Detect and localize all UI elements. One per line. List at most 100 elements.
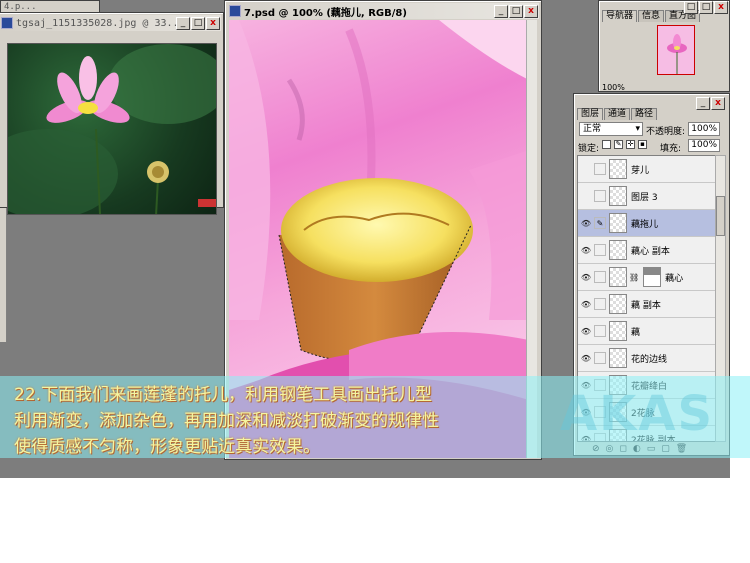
thumbnail-image-window[interactable]: tgsaj_1151335028.jpg @ 33... _ □ x	[0, 12, 224, 215]
thumbnail-titlebar[interactable]: tgsaj_1151335028.jpg @ 33... _ □ x	[0, 15, 221, 31]
layer-name: 花的边线	[631, 354, 668, 365]
visibility-eye-icon[interactable]: 👁	[580, 298, 592, 310]
maximize-icon: □	[193, 17, 203, 28]
lock-all-icon[interactable]: ▪	[638, 140, 647, 149]
layer-thumbnail[interactable]	[609, 159, 627, 179]
tab-paths[interactable]: 路径	[631, 108, 658, 120]
close-button[interactable]: x	[524, 4, 538, 18]
thumbnail-window-title: tgsaj_1151335028.jpg @ 33...	[16, 17, 176, 29]
document-icon	[229, 5, 241, 17]
close-icon: x	[715, 98, 721, 108]
visibility-eye-icon[interactable]: 👁	[580, 352, 592, 364]
tutorial-caption: 22.下面我们来画莲蓬的托儿，利用钢笔工具画出托儿型 利用渐变，添加杂色，再用加…	[0, 376, 750, 458]
layer-row[interactable]: 👁 ✎ 藕拖儿	[578, 210, 716, 237]
minimize-icon: _	[180, 17, 186, 28]
minimize-icon: _	[700, 98, 706, 108]
layer-link-icon[interactable]	[594, 244, 606, 256]
layer-name: 图层 3	[631, 192, 658, 203]
navigator-preview[interactable]	[657, 25, 695, 75]
panel-close-button[interactable]: x	[711, 97, 725, 110]
minimize-button[interactable]: _	[494, 4, 508, 18]
layer-thumbnail[interactable]	[609, 321, 627, 341]
scroll-thumb[interactable]	[716, 196, 725, 236]
layer-name: 藕拖儿	[631, 219, 659, 230]
caption-line-2: 利用渐变，添加杂色，再用加深和减淡打破渐变的规律性	[14, 411, 439, 431]
opacity-label: 不透明度:	[646, 127, 686, 137]
blend-mode-value: 正常	[583, 124, 602, 134]
layer-link-icon[interactable]	[594, 325, 606, 337]
layer-link-icon[interactable]: ✎	[594, 217, 606, 229]
maximize-button[interactable]: □	[191, 16, 205, 30]
layer-link-icon[interactable]	[594, 163, 606, 175]
layer-thumbnail[interactable]	[609, 267, 627, 287]
fill-input[interactable]: 100%	[688, 139, 720, 152]
tab-layers[interactable]: 图层	[577, 108, 604, 120]
minimize-icon: _	[498, 5, 504, 16]
layer-row[interactable]: 👁 藕	[578, 318, 716, 345]
chevron-down-icon: ▾	[635, 124, 640, 134]
close-button[interactable]: x	[714, 1, 728, 14]
layer-thumbnail[interactable]	[609, 213, 627, 233]
blend-mode-select[interactable]: 正常 ▾	[579, 122, 643, 136]
maximize-icon: □	[511, 5, 521, 16]
visibility-eye-icon[interactable]: 👁	[580, 271, 592, 283]
navigator-zoom-value[interactable]: 100%	[602, 83, 625, 92]
close-icon: x	[718, 2, 724, 12]
lotus-photo	[7, 43, 217, 215]
layer-name: 藕 副本	[631, 300, 661, 311]
maximize-button[interactable]: □	[699, 1, 713, 14]
tab-info[interactable]: 信息	[638, 10, 665, 22]
main-titlebar[interactable]: 7.psd @ 100% (藕拖儿, RGB/8) _ □ x	[227, 3, 539, 19]
layer-mask-thumbnail[interactable]	[643, 267, 662, 287]
fill-label: 填充:	[660, 144, 682, 154]
layer-thumbnail[interactable]	[609, 294, 627, 314]
watermark-text: AKAS	[560, 386, 715, 442]
panel-minimize-button[interactable]: _	[696, 97, 710, 110]
caption-line-3: 使得质感不匀称，形象更贴近真实效果。	[14, 437, 320, 457]
layer-name: 藕	[631, 327, 641, 338]
visibility-eye-icon[interactable]: 👁	[580, 244, 592, 256]
layer-link-icon[interactable]	[594, 352, 606, 364]
layer-thumbnail[interactable]	[609, 348, 627, 368]
tab-navigator[interactable]: 导航器	[602, 10, 638, 22]
minimized-window-title: 4.p...	[4, 2, 37, 12]
layer-row[interactable]: 👁 藕心 副本	[578, 237, 716, 264]
layer-row[interactable]: 👁 ⛓ 藕心	[578, 264, 716, 291]
layer-row[interactable]: 👁 藕 副本	[578, 291, 716, 318]
maximize-icon: □	[701, 2, 711, 12]
restore-icon: □	[686, 2, 696, 12]
lock-label: 锁定:	[578, 144, 600, 154]
layer-link-icon[interactable]	[594, 190, 606, 202]
mask-link-icon[interactable]: ⛓	[629, 273, 639, 282]
minimize-button[interactable]: _	[176, 16, 190, 30]
visibility-eye-icon[interactable]	[580, 190, 592, 202]
layer-name: 芽儿	[631, 165, 650, 176]
layer-thumbnail[interactable]	[609, 186, 627, 206]
layer-link-icon[interactable]	[594, 271, 606, 283]
caption-line-1: 22.下面我们来画莲蓬的托儿，利用钢笔工具画出托儿型	[14, 385, 433, 405]
lock-pixels-icon[interactable]: ✎	[614, 140, 623, 149]
layer-name: 藕心 副本	[631, 246, 670, 257]
close-icon: x	[210, 17, 216, 28]
restore-button[interactable]: □	[684, 1, 698, 14]
close-button[interactable]: x	[206, 16, 220, 30]
tab-channels[interactable]: 通道	[604, 108, 631, 120]
opacity-input[interactable]: 100%	[688, 122, 720, 136]
layer-row[interactable]: 芽儿	[578, 156, 716, 183]
visibility-eye-icon[interactable]: 👁	[580, 325, 592, 337]
layer-link-icon[interactable]	[594, 298, 606, 310]
layer-row[interactable]: 图层 3	[578, 183, 716, 210]
close-icon: x	[528, 5, 534, 16]
maximize-button[interactable]: □	[509, 4, 523, 18]
layer-name: 藕心	[665, 273, 684, 284]
navigator-preview-art	[667, 34, 687, 74]
lotus-photo-art	[8, 44, 216, 214]
lock-position-icon[interactable]: ✛	[626, 140, 635, 149]
visibility-eye-icon[interactable]	[580, 163, 592, 175]
lock-transparency-icon[interactable]	[602, 140, 611, 149]
main-window-title: 7.psd @ 100% (藕拖儿, RGB/8)	[244, 7, 407, 19]
layer-row[interactable]: 👁 花的边线	[578, 345, 716, 372]
document-icon	[1, 17, 13, 29]
layer-thumbnail[interactable]	[609, 240, 627, 260]
visibility-eye-icon[interactable]: 👁	[580, 217, 592, 229]
